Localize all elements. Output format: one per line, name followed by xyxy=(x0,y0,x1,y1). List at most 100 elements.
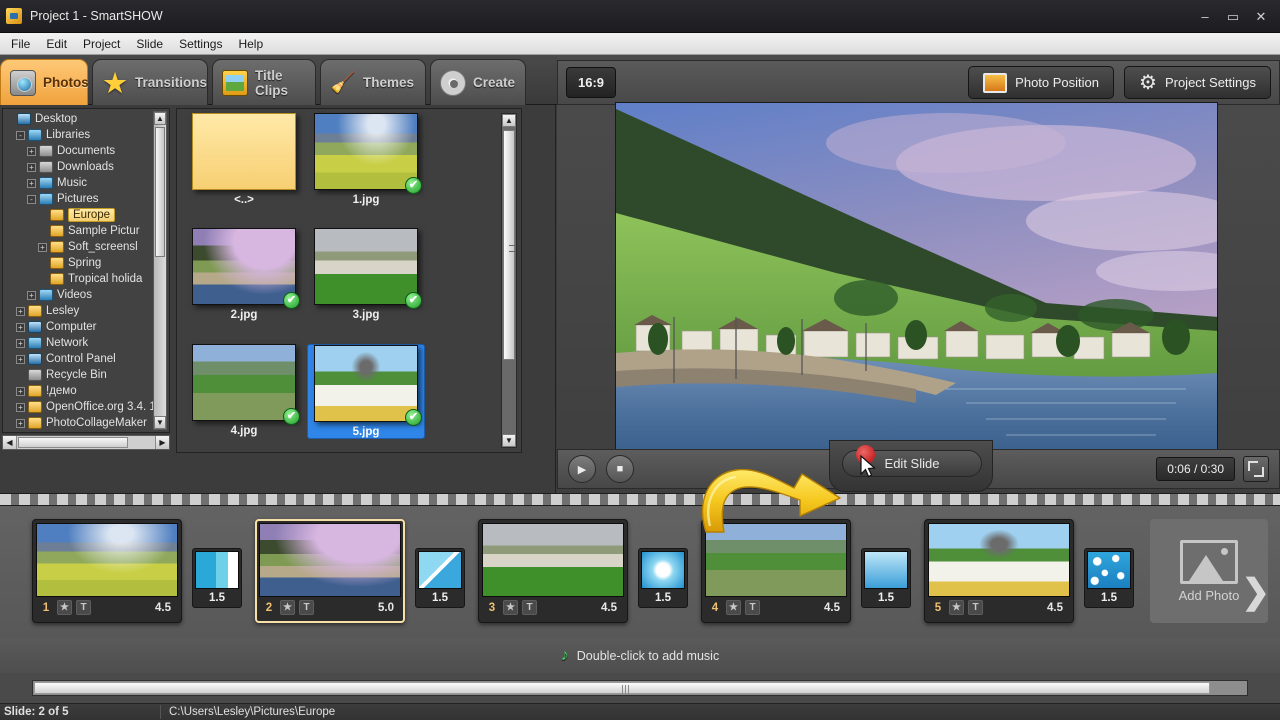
slide-text-icon[interactable]: T xyxy=(76,600,91,615)
transition-duration[interactable]: 1.5 xyxy=(641,589,685,607)
aspect-ratio-button[interactable]: 16:9 xyxy=(566,67,616,98)
tree-expander-icon[interactable]: - xyxy=(16,130,25,140)
tree-expander-icon[interactable]: + xyxy=(16,338,25,348)
tree-node[interactable]: + Music xyxy=(5,175,151,191)
tree-node[interactable]: - Libraries xyxy=(5,127,151,143)
slide-text-icon[interactable]: T xyxy=(745,600,760,615)
timeline-horizontal-scrollbar[interactable] xyxy=(0,673,1280,703)
slide-duration[interactable]: 5.0 xyxy=(378,602,398,614)
timeline-slide[interactable]: 2 ★ T 5.0 xyxy=(255,519,405,623)
photo-grid-item[interactable]: ✔ 2.jpg xyxy=(185,228,303,321)
timeline-transition[interactable]: 1.5 xyxy=(192,548,242,608)
tree-node[interactable]: + Computer xyxy=(5,319,151,335)
tree-expander-icon[interactable]: + xyxy=(27,178,36,188)
photo-grid-item[interactable]: ✔ 3.jpg xyxy=(307,228,425,321)
tree-node[interactable]: Sample Pictur xyxy=(5,223,151,239)
transition-duration[interactable]: 1.5 xyxy=(864,589,908,607)
tree-node[interactable]: + Downloads xyxy=(5,159,151,175)
transition-duration[interactable]: 1.5 xyxy=(195,589,239,607)
tree-expander-icon[interactable]: + xyxy=(16,322,25,332)
slide-duration[interactable]: 4.5 xyxy=(601,602,621,614)
maximize-button[interactable]: ▭ xyxy=(1226,10,1240,23)
slide-duration[interactable]: 4.5 xyxy=(824,602,844,614)
tree-scroll-left-button[interactable]: ◀ xyxy=(3,436,17,449)
menu-item-help[interactable]: Help xyxy=(230,35,271,53)
tree-expander-icon[interactable]: + xyxy=(16,354,25,364)
menu-item-project[interactable]: Project xyxy=(75,35,128,53)
menu-item-file[interactable]: File xyxy=(3,35,38,53)
slide-effects-icon[interactable]: ★ xyxy=(949,600,964,615)
folder-tree[interactable]: Desktop - Libraries + Documents + Downloads + Mu… xyxy=(2,108,170,433)
timeline-transition[interactable]: 1.5 xyxy=(638,548,688,608)
tree-node[interactable]: Spring xyxy=(5,255,151,271)
tree-expander-icon[interactable]: + xyxy=(16,386,25,396)
tree-node[interactable]: + PhotoCollageMaker xyxy=(5,415,151,431)
photo-grid-item[interactable]: <..> xyxy=(185,113,303,206)
slide-duration[interactable]: 4.5 xyxy=(1047,602,1067,614)
tab-create[interactable]: Create xyxy=(430,59,526,105)
tree-expander-icon[interactable]: + xyxy=(16,306,25,316)
close-button[interactable]: ✕ xyxy=(1254,10,1268,23)
tab-transitions[interactable]: ★ Transitions xyxy=(92,59,208,105)
timeline-transition[interactable]: 1.5 xyxy=(415,548,465,608)
slide-effects-icon[interactable]: ★ xyxy=(280,600,295,615)
timeline-scrollbar-track[interactable] xyxy=(32,680,1248,696)
tree-node[interactable]: + Control Panel xyxy=(5,351,151,367)
slide-effects-icon[interactable]: ★ xyxy=(503,600,518,615)
tree-node[interactable]: + OpenOffice.org 3.4. 1 xyxy=(5,399,156,415)
minimize-button[interactable]: – xyxy=(1198,10,1212,23)
menu-item-settings[interactable]: Settings xyxy=(171,35,230,53)
fullscreen-icon[interactable] xyxy=(1243,456,1269,482)
tree-expander-icon[interactable]: + xyxy=(27,146,36,156)
timeline-transition[interactable]: 1.5 xyxy=(861,548,911,608)
transition-duration[interactable]: 1.5 xyxy=(1087,589,1131,607)
timeline-scroll-right-chevron[interactable]: ❯ xyxy=(1242,575,1271,609)
tree-scrollbar-thumb[interactable] xyxy=(155,127,165,257)
grid-scrollbar-thumb[interactable] xyxy=(503,130,515,360)
slide-text-icon[interactable]: T xyxy=(299,600,314,615)
tree-expander-icon[interactable]: + xyxy=(27,162,36,172)
tree-hscrollbar-thumb[interactable] xyxy=(18,437,128,448)
photo-position-button[interactable]: Photo Position xyxy=(968,66,1115,99)
tree-scroll-up-button[interactable]: ▲ xyxy=(154,112,166,125)
slide-text-icon[interactable]: T xyxy=(968,600,983,615)
photo-grid-item[interactable]: ✔ 1.jpg xyxy=(307,113,425,206)
tree-node[interactable]: Desktop xyxy=(5,111,151,127)
timeline-slide[interactable]: 3 ★ T 4.5 xyxy=(478,519,628,623)
tree-node[interactable]: + Documents xyxy=(5,143,151,159)
tree-expander-icon[interactable]: + xyxy=(16,418,25,428)
tree-node[interactable]: Recycle Bin xyxy=(5,367,151,383)
grid-vertical-scrollbar[interactable]: ▲ ▼ xyxy=(501,113,517,448)
music-track-bar[interactable]: ♪ Double-click to add music xyxy=(0,639,1280,673)
grid-scroll-down-button[interactable]: ▼ xyxy=(502,434,516,447)
add-photo-button[interactable]: Add Photo ❯ xyxy=(1150,519,1271,623)
stop-button[interactable]: ■ xyxy=(606,455,634,483)
photo-grid-item[interactable]: ✔ 5.jpg xyxy=(307,344,425,439)
tree-node[interactable]: + Videos xyxy=(5,287,151,303)
tree-expander-icon[interactable]: - xyxy=(27,194,36,204)
menu-item-slide[interactable]: Slide xyxy=(128,35,171,53)
menu-item-edit[interactable]: Edit xyxy=(38,35,75,53)
tree-scroll-down-button[interactable]: ▼ xyxy=(154,416,166,429)
slide-text-icon[interactable]: T xyxy=(522,600,537,615)
tree-node[interactable]: + Lesley xyxy=(5,303,151,319)
tree-node[interactable]: Tropical holida xyxy=(5,271,151,287)
tree-node[interactable]: - Pictures xyxy=(5,191,151,207)
tab-title-clips[interactable]: Title Clips xyxy=(212,59,316,105)
tab-photos[interactable]: Photos xyxy=(0,59,89,105)
tree-vertical-scrollbar[interactable]: ▲ ▼ xyxy=(153,111,167,430)
slide-duration[interactable]: 4.5 xyxy=(155,602,175,614)
tree-horizontal-scrollbar[interactable]: ◀ ▶ xyxy=(2,435,170,450)
grid-scroll-up-button[interactable]: ▲ xyxy=(502,114,516,127)
slide-effects-icon[interactable]: ★ xyxy=(726,600,741,615)
preview-image[interactable] xyxy=(615,102,1218,454)
slide-effects-icon[interactable]: ★ xyxy=(57,600,72,615)
timeline-slide[interactable]: 5 ★ T 4.5 xyxy=(924,519,1074,623)
tree-expander-icon[interactable]: + xyxy=(38,242,47,252)
play-button[interactable]: ▶ xyxy=(568,455,596,483)
photo-grid-item[interactable]: ✔ 4.jpg xyxy=(185,344,303,437)
timeline-slide[interactable]: 4 ★ T 4.5 xyxy=(701,519,851,623)
timeline-transition[interactable]: 1.5 xyxy=(1084,548,1134,608)
tab-themes[interactable]: 🧹 Themes xyxy=(320,59,426,105)
timeline-scrollbar-thumb[interactable] xyxy=(34,682,1210,694)
